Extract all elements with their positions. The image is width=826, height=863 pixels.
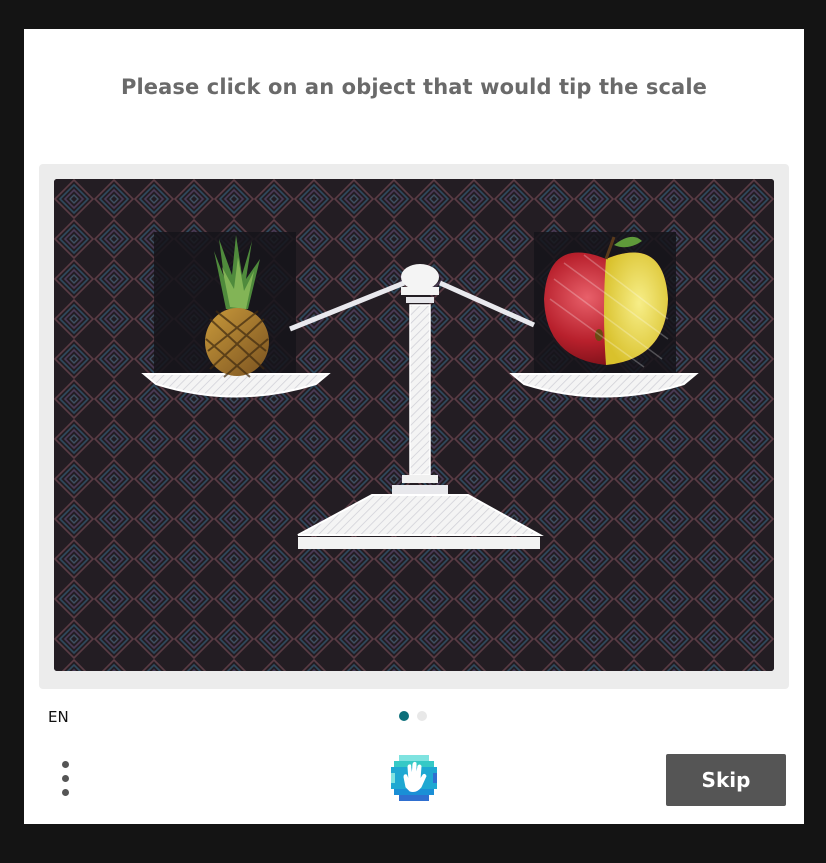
hand-logo-icon — [389, 753, 439, 803]
page-dot-2[interactable] — [417, 711, 427, 721]
challenge-prompt: Please click on an object that would tip… — [121, 75, 707, 99]
pagination-dots — [399, 711, 427, 721]
apple-object — [544, 236, 669, 368]
page-dot-1[interactable] — [399, 711, 409, 721]
task-image[interactable] — [54, 179, 774, 671]
language-selector[interactable]: EN — [48, 708, 69, 726]
skip-button[interactable]: Skip — [666, 754, 786, 806]
scale-illustration — [54, 179, 774, 671]
image-frame — [39, 164, 789, 689]
kebab-menu-icon[interactable] — [54, 759, 78, 799]
challenge-card: Please click on an object that would tip… — [24, 29, 804, 824]
